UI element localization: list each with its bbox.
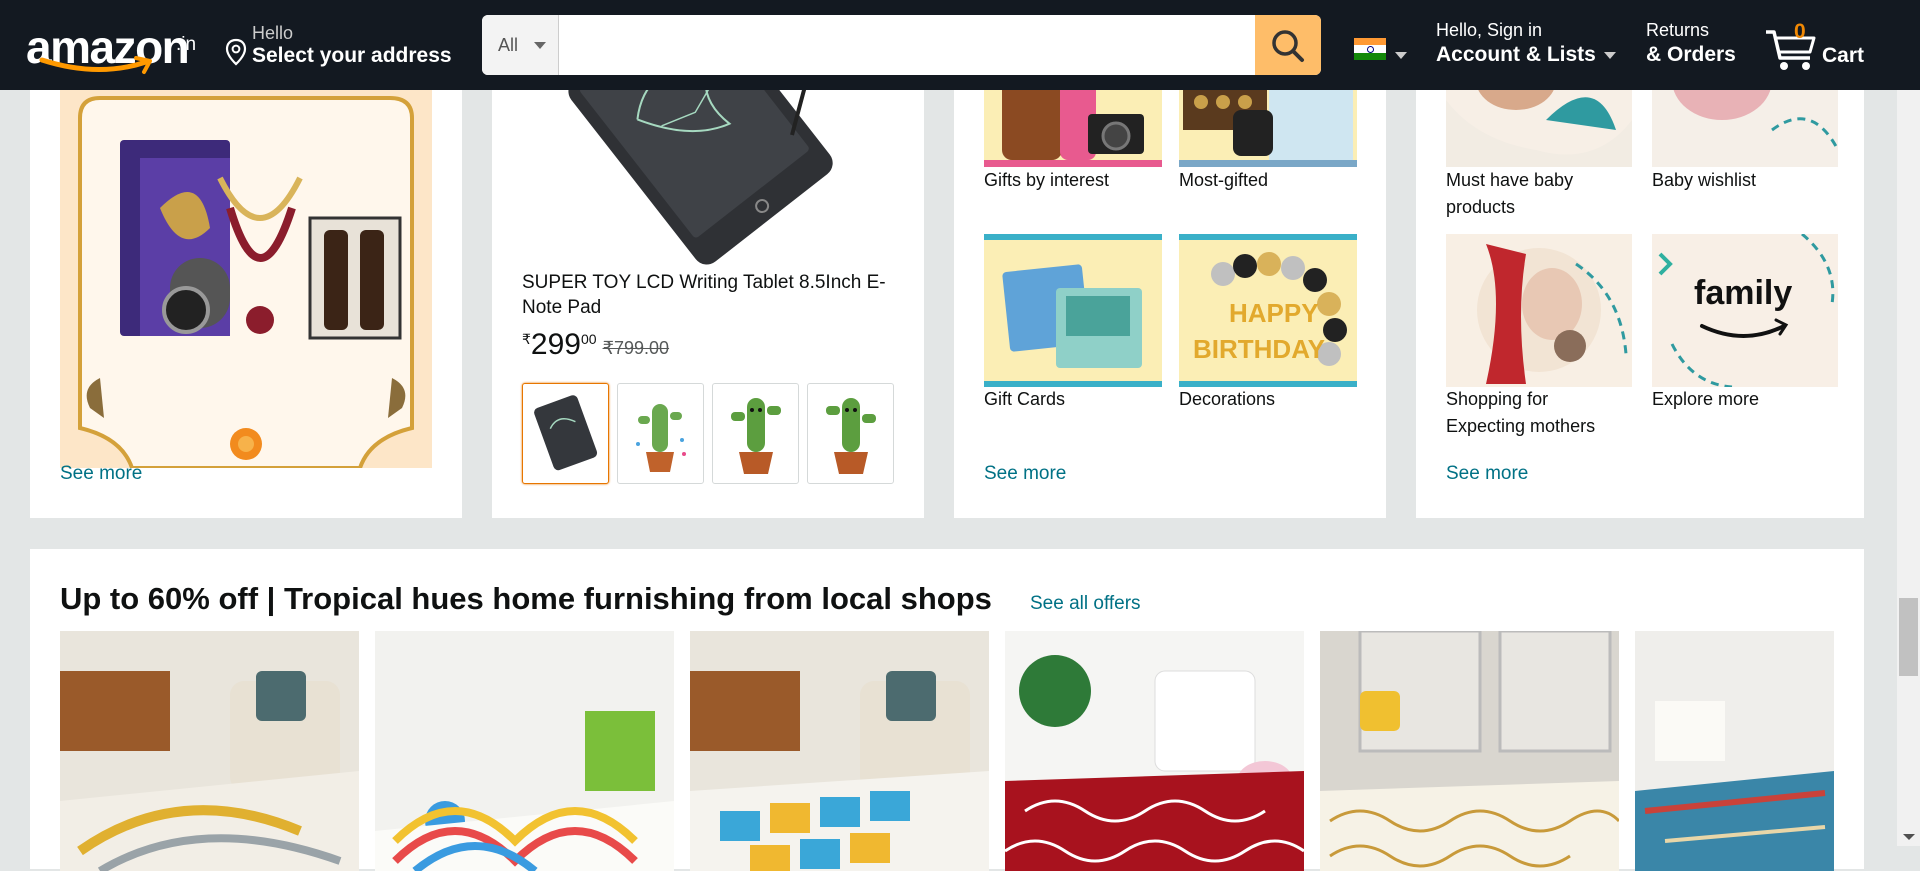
address-greeting: Hello (252, 23, 294, 43)
account-greeting: Hello, Sign in (1436, 20, 1543, 40)
gold-trellis-rug-image (1320, 631, 1619, 871)
blue-yellow-rug-image (690, 631, 989, 871)
happy-birthday-balloons-illustration: HAPPY BIRTHDAY (1179, 234, 1357, 387)
baby-card: Must have baby products Baby wishlist Sh… (1416, 40, 1864, 518)
section-title: Up to 60% off | Tropical hues home furni… (60, 581, 992, 616)
gift-hamper-card: See more (30, 40, 462, 518)
search-input[interactable] (560, 15, 1250, 73)
rug-product-3[interactable] (690, 631, 989, 871)
tile-label-must-have-baby-products[interactable]: Must have baby products (1446, 167, 1632, 221)
product-thumbnail-cactus-1[interactable] (617, 383, 704, 484)
scrollbar-thumb[interactable] (1899, 598, 1918, 676)
svg-text:BIRTHDAY: BIRTHDAY (1193, 334, 1325, 364)
tile-label-gift-cards[interactable]: Gift Cards (984, 386, 1065, 413)
svg-text:HAPPY: HAPPY (1229, 298, 1319, 328)
decorations-image[interactable]: HAPPY BIRTHDAY (1179, 234, 1357, 387)
see-more-link[interactable]: See more (60, 463, 142, 485)
smile-arrow-icon (39, 56, 152, 74)
cart-label: Cart (1822, 44, 1865, 67)
returns-orders-link[interactable]: Returns & Orders (1646, 20, 1736, 67)
rug-product-2[interactable] (375, 631, 674, 871)
rug-product-6[interactable] (1635, 631, 1834, 871)
rug-product-4[interactable] (1005, 631, 1304, 871)
tile-label-gifts-by-interest[interactable]: Gifts by interest (984, 167, 1109, 194)
tile-label-most-gifted[interactable]: Most-gifted (1179, 167, 1268, 194)
returns-label: Returns (1646, 20, 1710, 40)
location-pin-icon (225, 38, 247, 66)
search-button[interactable] (1255, 15, 1321, 75)
see-all-offers-link[interactable]: See all offers (1030, 593, 1141, 615)
gift-hamper-illustration (60, 88, 432, 468)
account-lists-label: Account & Lists (1436, 43, 1596, 66)
gift-card-illustration (984, 234, 1162, 387)
product-card: SUPER TOY LCD Writing Tablet 8.5Inch E-N… (492, 40, 924, 518)
orders-label: & Orders (1646, 43, 1736, 66)
top-nav-bar: amazon .in Hello Select your address All (0, 0, 1920, 90)
price-currency: ₹ (522, 331, 531, 347)
account-lists-menu[interactable]: Hello, Sign in Account & Lists (1436, 20, 1616, 67)
red-trellis-rug-image (1005, 631, 1304, 871)
chevron-down-icon (534, 42, 546, 49)
dancing-cactus-image (731, 398, 781, 474)
logo-suffix: .in (176, 34, 197, 55)
cart-icon (1766, 30, 1816, 70)
scroll-down-arrow-icon[interactable] (1903, 834, 1915, 840)
product-price: ₹29900 ₹799.00 (522, 328, 669, 362)
tile-label-decorations[interactable]: Decorations (1179, 386, 1275, 413)
amazon-logo[interactable]: amazon .in (26, 18, 196, 74)
tablet-thumbnail-image (534, 395, 598, 471)
tile-label-explore-more[interactable]: Explore more (1652, 386, 1759, 413)
search-icon (1272, 30, 1304, 62)
india-flag-icon[interactable] (1354, 38, 1386, 60)
room-rug-image (60, 631, 359, 871)
tile-label-expecting-mothers[interactable]: Shopping for Expecting mothers (1446, 386, 1632, 440)
expecting-mother-illustration (1477, 244, 1628, 384)
home-furnishing-deals-section: Up to 60% off | Tropical hues home furni… (30, 549, 1864, 871)
price-mrp: ₹799.00 (602, 338, 670, 358)
price-whole: 299 (530, 328, 581, 361)
see-more-link[interactable]: See more (1446, 463, 1528, 485)
blue-persian-rug-image (1635, 631, 1834, 871)
dancing-cactus-image (636, 404, 686, 472)
product-title[interactable]: SUPER TOY LCD Writing Tablet 8.5Inch E-N… (522, 270, 902, 320)
explore-more-image[interactable]: family (1652, 234, 1838, 387)
product-thumbnail-tablet[interactable] (522, 383, 609, 484)
chevron-down-icon (1603, 51, 1616, 59)
tile-label-baby-wishlist[interactable]: Baby wishlist (1652, 167, 1756, 194)
family-logo-text: family (1694, 274, 1793, 312)
cart-button[interactable]: 0 Cart (1764, 20, 1874, 75)
gifting-card: Gifts by interest Most-gifted Gift Cards… (954, 40, 1386, 518)
language-chevron-down-icon[interactable] (1395, 52, 1407, 59)
rug-product-1[interactable] (60, 631, 359, 871)
rug-product-5[interactable] (1320, 631, 1619, 871)
search-bar: All (482, 15, 1321, 75)
see-more-link[interactable]: See more (984, 463, 1066, 485)
page-scrollbar[interactable] (1897, 0, 1920, 846)
dancing-cactus-image (826, 398, 876, 474)
playroom-rug-image (375, 631, 674, 871)
search-category-label: All (498, 35, 519, 55)
expecting-mothers-image[interactable] (1446, 234, 1632, 387)
product-thumbnail-cactus-3[interactable] (807, 383, 894, 484)
price-fraction: 00 (580, 331, 597, 347)
search-category-dropdown[interactable]: All (482, 15, 559, 75)
gift-hamper-image[interactable] (60, 88, 432, 468)
cart-count-badge: 0 (1794, 20, 1806, 43)
product-thumbnail-cactus-2[interactable] (712, 383, 799, 484)
address-prompt: Select your address (252, 44, 452, 67)
gift-cards-image[interactable] (984, 234, 1162, 387)
